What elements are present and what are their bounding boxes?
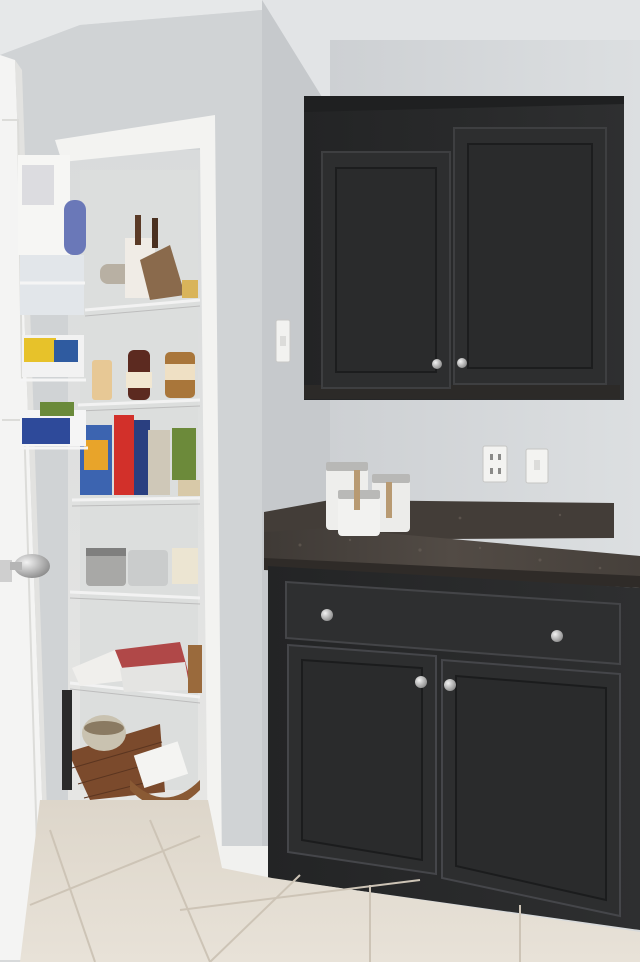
round-knob-icon[interactable]: [551, 630, 563, 642]
round-knob-icon[interactable]: [415, 676, 427, 688]
upper-cabinet-door-right[interactable]: [453, 127, 607, 385]
round-knob-icon[interactable]: [444, 679, 456, 691]
light-switch-icon[interactable]: [275, 319, 291, 363]
round-knob-icon[interactable]: [432, 359, 442, 369]
round-knob-icon[interactable]: [457, 358, 467, 368]
lower-cabinet-door-right[interactable]: [441, 658, 621, 918]
lower-cabinet-door-left[interactable]: [287, 643, 437, 876]
round-knob-icon[interactable]: [321, 609, 333, 621]
upper-cabinet-door-left[interactable]: [321, 151, 451, 389]
kitchen-pantry-scene: [0, 0, 640, 962]
scene-svg: [0, 0, 640, 962]
light-switch-icon[interactable]: [525, 448, 549, 484]
power-outlet-icon[interactable]: [482, 445, 508, 483]
pantry-items-fourth: [86, 548, 198, 586]
shelf-3: [71, 496, 201, 502]
